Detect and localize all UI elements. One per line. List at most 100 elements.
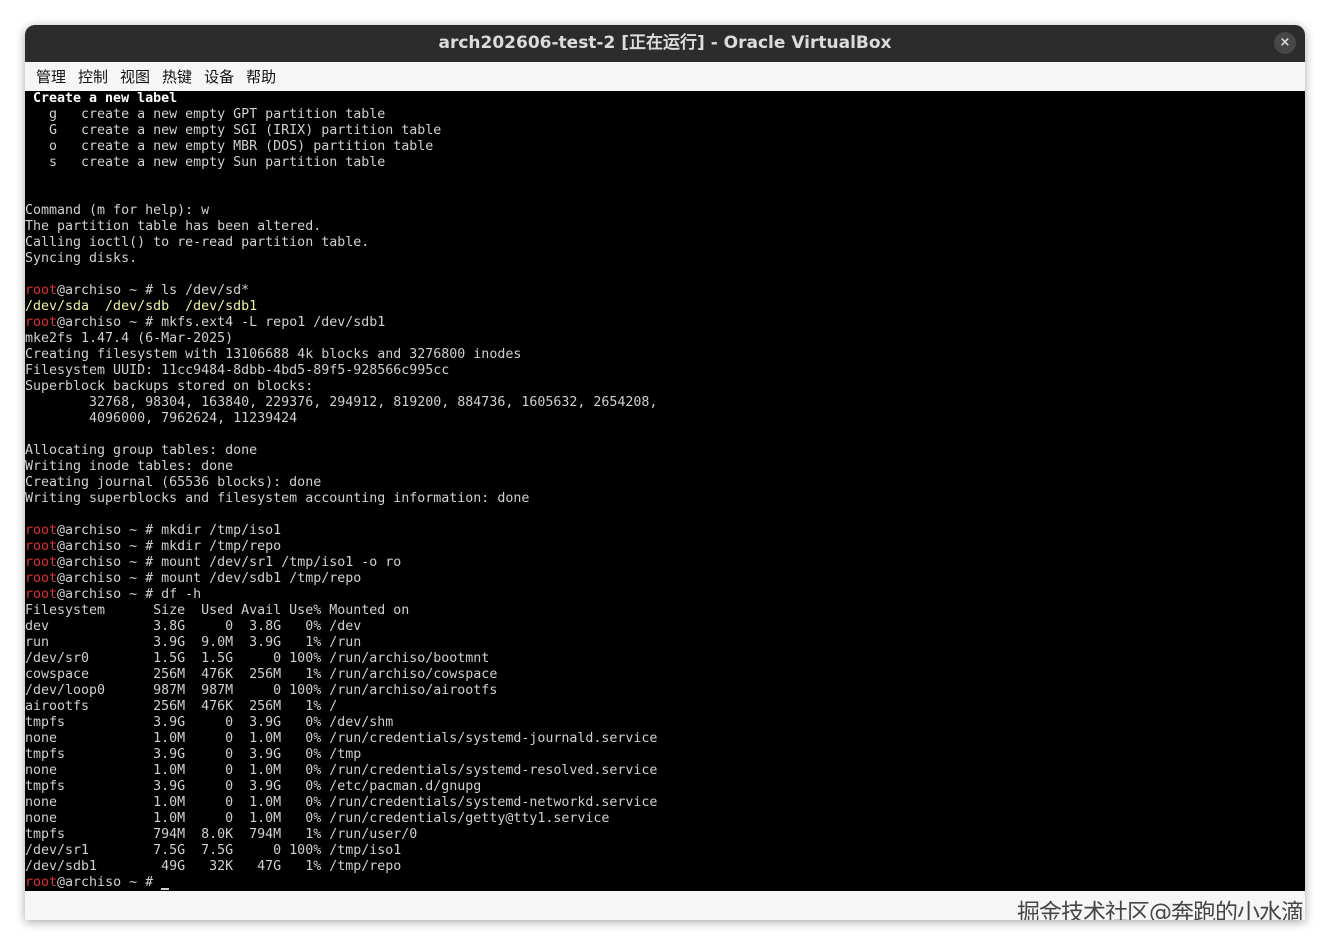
command-text: mkdir /tmp/iso1 (161, 523, 282, 538)
vm-console-screen[interactable]: Create a new label g create a new empty … (25, 91, 1305, 891)
terminal-line: s create a new empty Sun partition table (25, 155, 657, 171)
terminal-line: tmpfs 3.9G 0 3.9G 0% /dev/shm (25, 715, 657, 731)
menu-bar: 管理 控制 视图 热键 设备 帮助 (25, 62, 1305, 91)
terminal-line: Creating filesystem with 13106688 4k blo… (25, 347, 657, 363)
terminal-line: airootfs 256M 476K 256M 1% / (25, 699, 657, 715)
title-bar[interactable]: arch202606-test-2 [正在运行] - Oracle Virtua… (25, 25, 1305, 62)
command-text: mount /dev/sdb1 /tmp/repo (161, 571, 362, 586)
terminal-line: root@archiso ~ # ls /dev/sd* (25, 283, 657, 299)
terminal-line: run 3.9G 9.0M 3.9G 1% /run (25, 635, 657, 651)
window-title: arch202606-test-2 [正在运行] - Oracle Virtua… (438, 33, 892, 53)
terminal-line: Calling ioctl() to re-read partition tab… (25, 235, 657, 251)
output-text: cowspace 256M 476K 256M 1% /run/archiso/… (25, 667, 498, 682)
output-text: /dev/sr1 7.5G 7.5G 0 100% /tmp/iso1 (25, 843, 402, 858)
terminal-line: Create a new label (25, 91, 657, 107)
terminal-line: none 1.0M 0 1.0M 0% /run/credentials/sys… (25, 731, 657, 747)
output-text: Allocating group tables: done (25, 443, 258, 458)
terminal-line: root@archiso ~ # mkdir /tmp/iso1 (25, 523, 657, 539)
menu-item-hotkeys[interactable]: 热键 (157, 66, 197, 87)
menu-item-view[interactable]: 视图 (115, 66, 155, 87)
output-text: /dev/sr0 1.5G 1.5G 0 100% /run/archiso/b… (25, 651, 490, 666)
terminal-line: tmpfs 3.9G 0 3.9G 0% /etc/pacman.d/gnupg (25, 779, 657, 795)
command-text: mkfs.ext4 -L repo1 /dev/sdb1 (161, 315, 386, 330)
status-bar: 掘金技术社区@奔跑的小水滴 (25, 891, 1305, 920)
terminal-line: Command (m for help): w (25, 203, 657, 219)
output-text: Calling ioctl() to re-read partition tab… (25, 235, 370, 250)
prompt-user: root (25, 875, 58, 890)
terminal-line: root@archiso ~ # mkfs.ext4 -L repo1 /dev… (25, 315, 657, 331)
output-text: airootfs 256M 476K 256M 1% / (25, 699, 338, 714)
prompt-host: @archiso ~ # (57, 875, 162, 890)
menu-item-devices[interactable]: 设备 (199, 66, 239, 87)
prompt-host: @archiso ~ # (57, 523, 162, 538)
output-text: G create a new empty SGI (IRIX) partitio… (25, 123, 442, 138)
text-cursor (161, 888, 170, 890)
output-text: Writing superblocks and filesystem accou… (25, 491, 530, 506)
output-text: tmpfs 3.9G 0 3.9G 0% /tmp (25, 747, 362, 762)
prompt-user: root (25, 555, 58, 570)
output-text: /dev/sda /dev/sdb /dev/sdb1 (25, 299, 258, 314)
virtualbox-window: arch202606-test-2 [正在运行] - Oracle Virtua… (25, 25, 1305, 920)
prompt-user: root (25, 571, 58, 586)
terminal-line: cowspace 256M 476K 256M 1% /run/archiso/… (25, 667, 657, 683)
terminal-line: 32768, 98304, 163840, 229376, 294912, 81… (25, 395, 657, 411)
terminal-line: root@archiso ~ # mount /dev/sdb1 /tmp/re… (25, 571, 657, 587)
command-text: ls /dev/sd* (161, 283, 250, 298)
menu-item-control[interactable]: 控制 (73, 66, 113, 87)
prompt-host: @archiso ~ # (57, 571, 162, 586)
output-text: s create a new empty Sun partition table (25, 155, 386, 170)
prompt-host: @archiso ~ # (57, 283, 162, 298)
terminal-line: /dev/sda /dev/sdb /dev/sdb1 (25, 299, 657, 315)
terminal-line: Syncing disks. (25, 251, 657, 267)
terminal-line: tmpfs 3.9G 0 3.9G 0% /tmp (25, 747, 657, 763)
terminal-line: /dev/loop0 987M 987M 0 100% /run/archiso… (25, 683, 657, 699)
prompt-user: root (25, 523, 58, 538)
terminal-line: tmpfs 794M 8.0K 794M 1% /run/user/0 (25, 827, 657, 843)
terminal-output: Create a new label g create a new empty … (25, 91, 657, 891)
close-icon[interactable]: × (1274, 32, 1296, 54)
terminal-line: dev 3.8G 0 3.8G 0% /dev (25, 619, 657, 635)
prompt-host: @archiso ~ # (57, 587, 162, 602)
terminal-line: Filesystem Size Used Avail Use% Mounted … (25, 603, 657, 619)
terminal-line: /dev/sr1 7.5G 7.5G 0 100% /tmp/iso1 (25, 843, 657, 859)
prompt-host: @archiso ~ # (57, 539, 162, 554)
menu-item-help[interactable]: 帮助 (241, 66, 281, 87)
output-text: o create a new empty MBR (DOS) partition… (25, 139, 434, 154)
output-text: Superblock backups stored on blocks: (25, 379, 314, 394)
terminal-line: g create a new empty GPT partition table (25, 107, 657, 123)
output-text: /dev/loop0 987M 987M 0 100% /run/archiso… (25, 683, 498, 698)
command-text: mkdir /tmp/repo (161, 539, 282, 554)
output-text: none 1.0M 0 1.0M 0% /run/credentials/sys… (25, 763, 658, 778)
prompt-user: root (25, 539, 58, 554)
output-text: Create a new label (25, 91, 178, 106)
output-text: tmpfs 794M 8.0K 794M 1% /run/user/0 (25, 827, 418, 842)
output-text: The partition table has been altered. (25, 219, 322, 234)
output-text: tmpfs 3.9G 0 3.9G 0% /dev/shm (25, 715, 394, 730)
prompt-host: @archiso ~ # (57, 315, 162, 330)
output-text: g create a new empty GPT partition table (25, 107, 386, 122)
output-text: tmpfs 3.9G 0 3.9G 0% /etc/pacman.d/gnupg (25, 779, 482, 794)
terminal-line: /dev/sr0 1.5G 1.5G 0 100% /run/archiso/b… (25, 651, 657, 667)
output-text: none 1.0M 0 1.0M 0% /run/credentials/get… (25, 811, 610, 826)
output-text: mke2fs 1.47.4 (6-Mar-2025) (25, 331, 234, 346)
watermark-text: 掘金技术社区@奔跑的小水滴 (1017, 900, 1304, 920)
terminal-line: root@archiso ~ # (25, 875, 657, 891)
terminal-line: G create a new empty SGI (IRIX) partitio… (25, 123, 657, 139)
output-text: Filesystem UUID: 11cc9484-8dbb-4bd5-89f5… (25, 363, 450, 378)
menu-item-manage[interactable]: 管理 (31, 66, 71, 87)
terminal-line: Creating journal (65536 blocks): done (25, 475, 657, 491)
output-text: none 1.0M 0 1.0M 0% /run/credentials/sys… (25, 731, 658, 746)
prompt-user: root (25, 315, 58, 330)
output-text: Creating journal (65536 blocks): done (25, 475, 322, 490)
terminal-line: root@archiso ~ # mkdir /tmp/repo (25, 539, 657, 555)
terminal-line: none 1.0M 0 1.0M 0% /run/credentials/get… (25, 811, 657, 827)
terminal-line: Superblock backups stored on blocks: (25, 379, 657, 395)
command-text: df -h (161, 587, 202, 602)
terminal-line: 4096000, 7962624, 11239424 (25, 411, 657, 427)
output-text: Command (m for help): w (25, 203, 210, 218)
terminal-line: root@archiso ~ # df -h (25, 587, 657, 603)
terminal-line: Writing inode tables: done (25, 459, 657, 475)
output-text: 4096000, 7962624, 11239424 (25, 411, 298, 426)
